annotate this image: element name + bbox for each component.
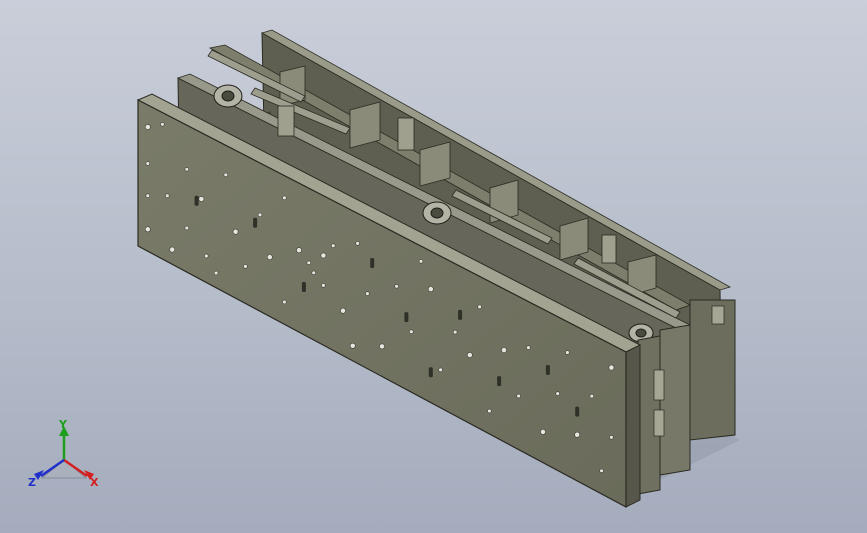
- mounting-hole: [160, 122, 165, 127]
- mounting-hole: [501, 347, 507, 353]
- mounting-hole: [296, 247, 302, 254]
- mounting-hole: [282, 299, 287, 305]
- mounting-hole: [516, 393, 521, 399]
- mounting-hole: [213, 270, 219, 276]
- mounting-hole: [311, 270, 316, 275]
- slot-hole: [370, 258, 375, 268]
- cad-graphics-area[interactable]: Y X Z: [0, 0, 867, 533]
- mounting-hole: [379, 343, 385, 350]
- slot-hole: [428, 367, 433, 378]
- mounting-hole: [574, 431, 581, 438]
- mounting-hole: [608, 364, 615, 371]
- mounting-hole: [145, 161, 151, 166]
- mounting-hole: [331, 243, 336, 248]
- axis-triad[interactable]: Y X Z: [24, 418, 104, 498]
- triad-svg: Y X Z: [28, 418, 99, 489]
- mounting-hole: [184, 167, 190, 172]
- mounting-hole: [144, 226, 151, 233]
- slot-hole: [301, 282, 306, 292]
- mounting-hole: [589, 393, 594, 399]
- mounting-hole: [144, 124, 151, 130]
- slot-hole: [575, 406, 580, 417]
- slot-hole: [497, 376, 502, 387]
- slot-hole: [545, 365, 550, 375]
- mounting-hole: [223, 172, 229, 178]
- slot-hole: [253, 217, 258, 228]
- mounting-hole: [243, 264, 248, 269]
- mounting-hole: [165, 193, 170, 198]
- z-axis-label: Z: [28, 476, 36, 489]
- right-end-plate-2[interactable]: [659, 324, 691, 476]
- mounting-hole: [418, 259, 424, 264]
- mounting-hole: [257, 212, 263, 218]
- mounting-hole: [409, 329, 414, 334]
- slot-hole: [194, 195, 199, 206]
- mounting-hole: [198, 196, 205, 202]
- 3d-model-view[interactable]: [0, 0, 867, 533]
- mounting-hole: [266, 254, 273, 260]
- mounting-hole: [365, 291, 370, 296]
- mounting-hole: [306, 260, 311, 265]
- slot-hole: [404, 312, 409, 323]
- mounting-hole: [609, 435, 614, 440]
- mounting-hole: [321, 283, 326, 288]
- mounting-hole: [599, 468, 604, 473]
- mounting-hole: [487, 408, 492, 414]
- mounting-hole: [169, 246, 176, 253]
- mounting-hole: [204, 253, 209, 259]
- mounting-hole: [555, 391, 560, 396]
- front-plate-side-edge: [625, 344, 641, 508]
- mounting-hole: [427, 286, 434, 292]
- slot-hole: [458, 309, 463, 320]
- mounting-hole: [232, 228, 239, 235]
- mounting-hole: [340, 307, 346, 314]
- mounting-hole: [438, 367, 443, 373]
- mounting-hole: [466, 352, 473, 358]
- x-axis-label: X: [90, 476, 99, 489]
- mounting-hole: [282, 195, 287, 201]
- mounting-hole: [394, 284, 399, 289]
- y-axis-label: Y: [58, 418, 68, 431]
- mounting-hole: [453, 329, 458, 335]
- mounting-hole: [526, 345, 531, 350]
- mounting-hole: [320, 252, 327, 259]
- mounting-hole: [184, 225, 190, 231]
- mounting-hole: [145, 193, 151, 198]
- triad-base: [40, 459, 88, 479]
- mounting-hole: [477, 304, 482, 310]
- mounting-hole: [355, 241, 360, 246]
- mounting-hole: [565, 350, 570, 355]
- mounting-hole: [540, 428, 546, 435]
- mounting-hole: [349, 342, 356, 349]
